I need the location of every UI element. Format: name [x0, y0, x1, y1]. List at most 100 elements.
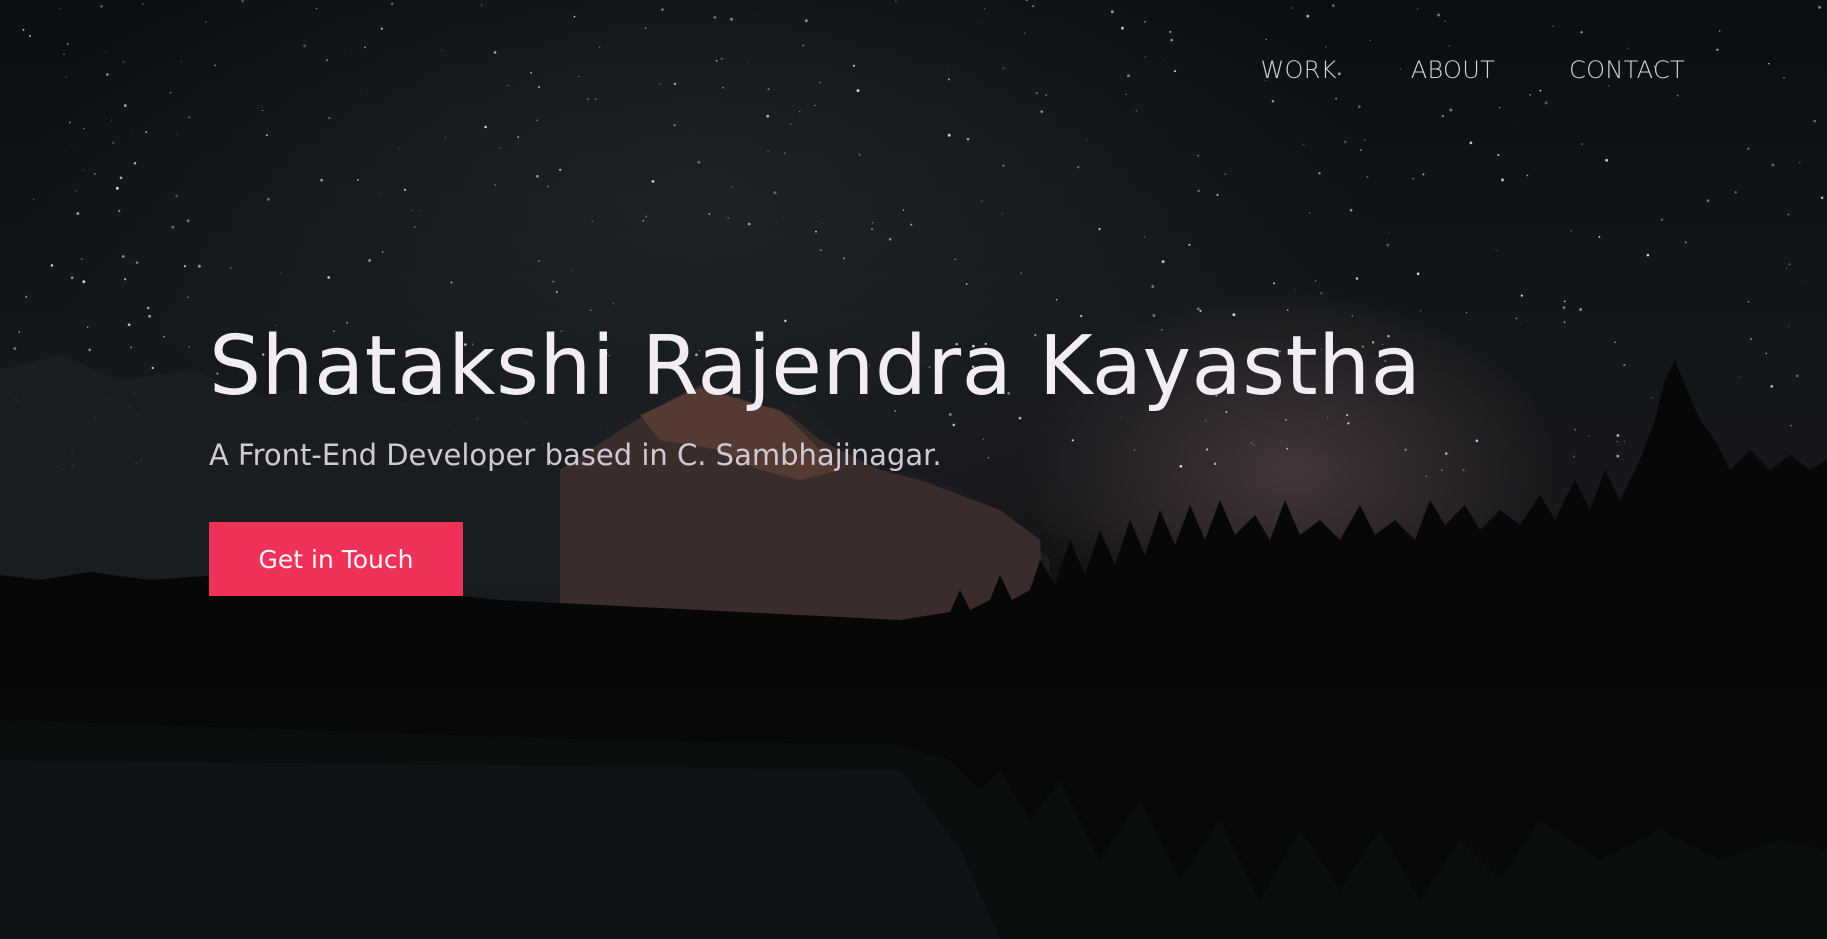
star — [1581, 143, 1584, 145]
star — [644, 27, 647, 30]
star — [1441, 115, 1444, 118]
star — [1315, 280, 1317, 282]
star — [589, 309, 592, 312]
get-in-touch-button[interactable]: Get in Touch — [209, 522, 463, 597]
star — [1616, 440, 1618, 443]
star — [612, 303, 614, 305]
star — [547, 185, 550, 188]
star — [1469, 141, 1473, 145]
star — [1120, 26, 1124, 30]
star — [767, 88, 770, 91]
star — [1170, 38, 1173, 42]
star — [1045, 94, 1047, 96]
star — [1646, 253, 1650, 257]
star — [1795, 374, 1799, 378]
star — [820, 249, 822, 252]
star — [1515, 317, 1518, 320]
star — [351, 55, 353, 57]
star — [186, 219, 190, 223]
star — [965, 283, 968, 285]
star — [1684, 241, 1687, 244]
star — [1412, 177, 1415, 180]
star — [947, 78, 950, 81]
nav-link-work[interactable]: WORK — [1261, 56, 1337, 84]
star — [280, 273, 282, 275]
star — [1788, 325, 1790, 327]
star — [1386, 243, 1390, 247]
star — [815, 230, 817, 233]
star — [842, 257, 846, 260]
star — [33, 198, 35, 200]
star — [1563, 300, 1566, 303]
star — [1331, 4, 1335, 8]
star — [1614, 341, 1616, 344]
star — [130, 346, 133, 349]
star — [1616, 454, 1620, 458]
star — [1080, 314, 1083, 318]
star — [1197, 155, 1199, 157]
star — [1035, 91, 1039, 95]
star — [1444, 20, 1446, 22]
star — [713, 16, 717, 19]
star — [106, 73, 109, 76]
star — [747, 222, 751, 226]
star — [1544, 101, 1548, 105]
star — [1608, 85, 1610, 87]
star — [361, 92, 362, 94]
star — [1765, 352, 1768, 355]
star — [127, 323, 131, 327]
star — [441, 50, 443, 52]
star — [262, 109, 264, 111]
star — [169, 91, 172, 94]
star — [1716, 48, 1719, 51]
star — [1002, 67, 1005, 70]
star — [327, 276, 331, 279]
star — [121, 255, 125, 258]
star — [1786, 267, 1788, 269]
nav-link-contact[interactable]: CONTACT — [1569, 56, 1685, 84]
nav-link-about[interactable]: ABOUT — [1411, 56, 1495, 84]
star — [1495, 249, 1497, 251]
star — [122, 61, 125, 63]
star — [83, 127, 85, 130]
star — [119, 176, 123, 180]
star — [870, 228, 874, 231]
star — [1291, 7, 1293, 9]
star — [315, 7, 318, 10]
star — [819, 81, 821, 84]
star — [642, 220, 644, 222]
star — [1623, 363, 1626, 367]
star — [151, 366, 154, 370]
star — [1818, 6, 1821, 9]
star — [481, 4, 483, 6]
star — [1232, 313, 1236, 317]
star — [175, 194, 179, 198]
star — [1360, 149, 1362, 151]
star — [1416, 272, 1420, 276]
star — [65, 76, 67, 78]
star — [148, 314, 152, 318]
star — [1552, 25, 1555, 28]
star — [320, 178, 323, 182]
star — [766, 114, 770, 118]
star — [814, 104, 816, 106]
star — [571, 270, 572, 272]
star — [852, 64, 855, 67]
star — [799, 111, 801, 113]
star — [69, 121, 71, 124]
star — [1799, 162, 1801, 164]
star — [22, 28, 25, 31]
star — [188, 346, 191, 348]
star — [115, 186, 119, 190]
star — [1605, 158, 1608, 162]
star — [1294, 288, 1296, 290]
star — [1308, 212, 1311, 214]
star — [661, 8, 664, 11]
star — [1574, 429, 1576, 431]
star — [100, 5, 103, 8]
star — [708, 213, 711, 215]
star — [673, 124, 676, 127]
star — [1706, 199, 1710, 203]
star — [1355, 277, 1359, 280]
star — [1462, 468, 1465, 471]
